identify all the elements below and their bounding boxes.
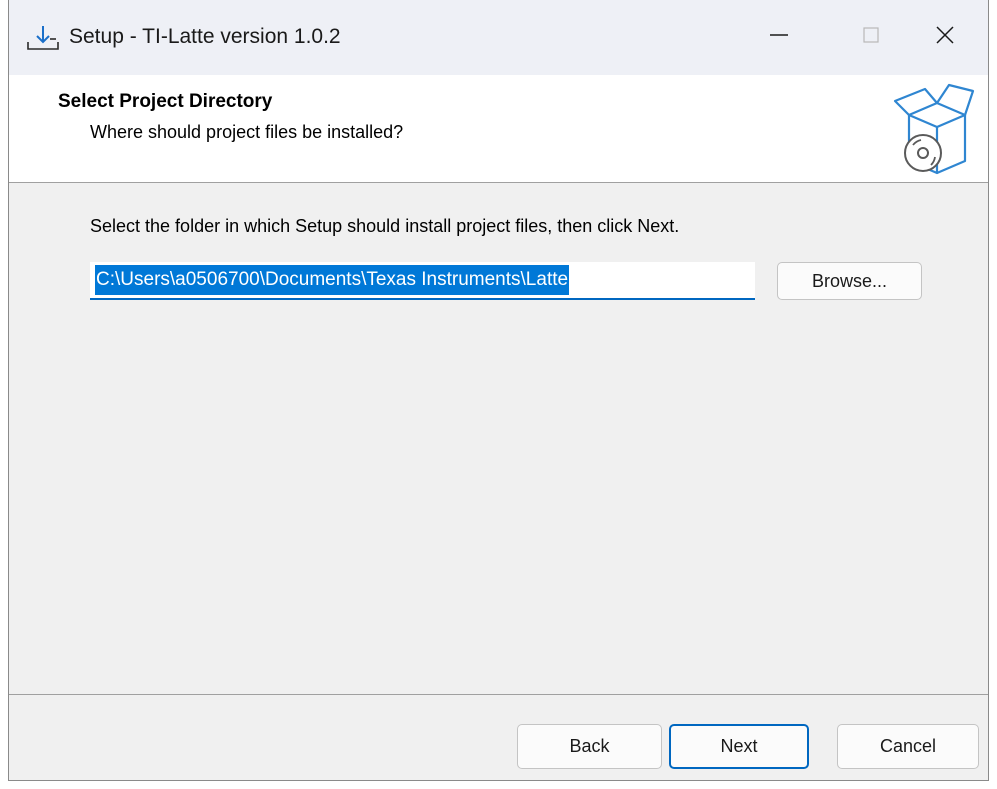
window-title: Setup - TI-Latte version 1.0.2 (69, 25, 341, 48)
instruction-text: Select the folder in which Setup should … (90, 216, 680, 236)
back-button[interactable]: Back (517, 724, 662, 769)
browse-button[interactable]: Browse... (777, 262, 922, 300)
setup-download-icon (25, 22, 61, 52)
install-path-input[interactable]: C:\Users\a0506700\Documents\Texas Instru… (90, 262, 755, 300)
minimize-icon (768, 24, 790, 51)
close-icon (934, 24, 956, 51)
next-button[interactable]: Next (669, 724, 809, 769)
page-title: Select Project Directory (58, 91, 273, 112)
page-subtitle: Where should project files be installed? (90, 122, 404, 142)
title-bar[interactable]: Setup - TI-Latte version 1.0.2 (9, 0, 988, 75)
footer-divider (9, 694, 988, 695)
install-box-disc-icon (887, 81, 979, 177)
cancel-button[interactable]: Cancel (837, 724, 979, 769)
close-button[interactable] (899, 0, 988, 75)
install-path-value[interactable]: C:\Users\a0506700\Documents\Texas Instru… (95, 265, 570, 295)
maximize-icon (861, 25, 881, 50)
wizard-header: Select Project Directory Where should pr… (9, 75, 988, 183)
minimize-button[interactable] (733, 0, 825, 75)
setup-window: Setup - TI-Latte version 1.0.2 Select Pr… (8, 0, 989, 781)
